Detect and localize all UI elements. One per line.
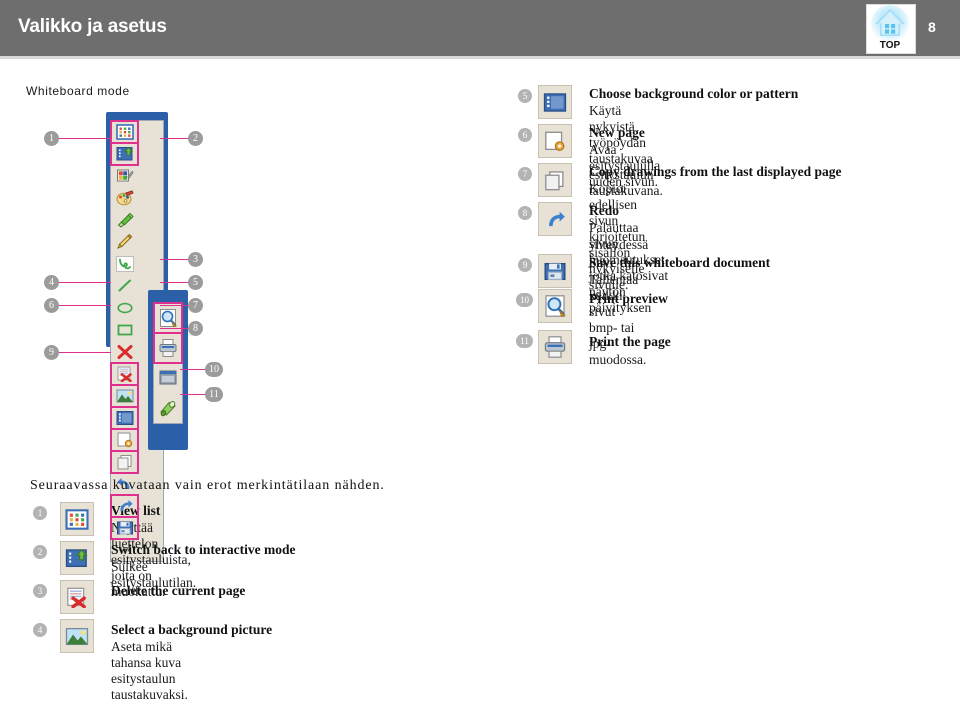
- toolbar-color-palette-icon[interactable]: [111, 187, 138, 209]
- save-icon: [538, 254, 572, 288]
- delete-page-icon: [60, 580, 94, 614]
- sub-toolbar-button-column: [153, 302, 183, 424]
- new-page-icon: [538, 124, 572, 158]
- leader-line-11: [180, 394, 207, 395]
- leader-line-9: [59, 352, 111, 353]
- description-number: 2: [33, 545, 47, 559]
- description-number: 7: [518, 167, 532, 181]
- toolbar-background-picture-icon[interactable]: [110, 384, 139, 408]
- toolbar-redo-icon[interactable]: [110, 494, 139, 518]
- toolbar-screen-capture-icon[interactable]: [154, 363, 182, 393]
- page-header: Valikko ja asetus TOP 8: [0, 0, 960, 56]
- description-title: Delete the current page: [111, 583, 246, 598]
- bottom-intro-text: Seuraavassa kuvataan vain erot merkintät…: [30, 478, 385, 493]
- top-home-logo[interactable]: TOP: [866, 4, 916, 54]
- callout-1: 1: [44, 131, 59, 146]
- toolbar-eraser-x-icon[interactable]: [111, 341, 138, 363]
- print-icon: [538, 330, 572, 364]
- leader-line-10: [180, 369, 207, 370]
- toolbar-switch-back-icon[interactable]: [110, 142, 139, 166]
- svg-text:TOP: TOP: [880, 40, 901, 51]
- leader-line-3: [160, 259, 189, 260]
- description-number: 4: [33, 623, 47, 637]
- page-number: 8: [928, 19, 936, 35]
- section-label: Whiteboard mode: [26, 84, 130, 98]
- toolbar-pen-settings-icon[interactable]: [111, 165, 138, 187]
- switch-back-icon: [60, 541, 94, 575]
- description-number: 8: [518, 206, 532, 220]
- callout-2: 2: [188, 131, 203, 146]
- header-divider: [0, 56, 960, 59]
- callout-11: 11: [205, 387, 223, 402]
- leader-line-1: [59, 138, 111, 139]
- print-preview-icon: [538, 289, 572, 323]
- toolbar-delete-page-icon[interactable]: [110, 362, 139, 386]
- toolbar-freehand-icon[interactable]: [111, 253, 138, 275]
- description-body: Tallentaa kaikki sivut bmp- tai jpg-muod…: [589, 272, 647, 367]
- description-body: Aseta mikä tahansa kuva esitystaulun tau…: [111, 639, 188, 702]
- toolbar-view-list-icon[interactable]: [110, 120, 139, 144]
- copy-drawings-icon: [538, 163, 572, 197]
- callout-3: 3: [188, 252, 203, 267]
- description-number: 6: [518, 128, 532, 142]
- description-title: Save this whiteboard document: [589, 255, 771, 270]
- callout-4: 4: [44, 275, 59, 290]
- callout-7: 7: [188, 298, 203, 313]
- callout-8: 8: [188, 321, 203, 336]
- callout-5: 5: [188, 275, 203, 290]
- toolbar-copy-drawings-icon[interactable]: [110, 450, 139, 474]
- toolbar-rectangle-icon[interactable]: [111, 319, 138, 341]
- toolbar-new-page-icon[interactable]: [110, 428, 139, 452]
- description-number: 9: [518, 258, 532, 272]
- toolbar-highlighter-icon[interactable]: [111, 209, 138, 231]
- description-number: 11: [516, 334, 533, 348]
- toolbar-spotlight-icon[interactable]: [154, 393, 182, 423]
- toolbar-print-icon[interactable]: [153, 332, 183, 364]
- toolbar-background-color-icon[interactable]: [110, 406, 139, 430]
- leader-line-6: [59, 305, 111, 306]
- description-title: Print the page: [589, 334, 671, 349]
- background-color-icon: [538, 85, 572, 119]
- view-list-icon: [60, 502, 94, 536]
- description-number: 5: [518, 89, 532, 103]
- toolbar-print-preview-icon[interactable]: [153, 302, 183, 334]
- description-title: New page: [589, 125, 645, 140]
- toolbar-straight-line-icon[interactable]: [111, 275, 138, 297]
- callout-9: 9: [44, 345, 59, 360]
- description-title: Copy drawings from the last displayed pa…: [589, 164, 842, 179]
- background-picture-icon: [60, 619, 94, 653]
- description-title: Choose background color or pattern: [589, 86, 799, 101]
- leader-line-5: [160, 282, 189, 283]
- callout-6: 6: [44, 298, 59, 313]
- description-title: Switch back to interactive mode: [111, 542, 296, 557]
- description-title: Select a background picture: [111, 622, 273, 637]
- page-title: Valikko ja asetus: [18, 16, 167, 37]
- description-number: 10: [516, 293, 533, 307]
- toolbar-ellipse-icon[interactable]: [111, 297, 138, 319]
- whiteboard-sub-toolbar[interactable]: [148, 290, 188, 450]
- description-number: 1: [33, 506, 47, 520]
- toolbar-pencil-icon[interactable]: [111, 231, 138, 253]
- leader-line-4: [59, 282, 111, 283]
- toolbar-save-icon[interactable]: [110, 516, 139, 540]
- leader-line-2: [160, 138, 189, 139]
- redo-icon: [538, 202, 572, 236]
- description-title: Print preview: [589, 291, 668, 306]
- description-number: 3: [33, 584, 47, 598]
- callout-10: 10: [205, 362, 223, 377]
- description-title: Redo: [589, 203, 619, 218]
